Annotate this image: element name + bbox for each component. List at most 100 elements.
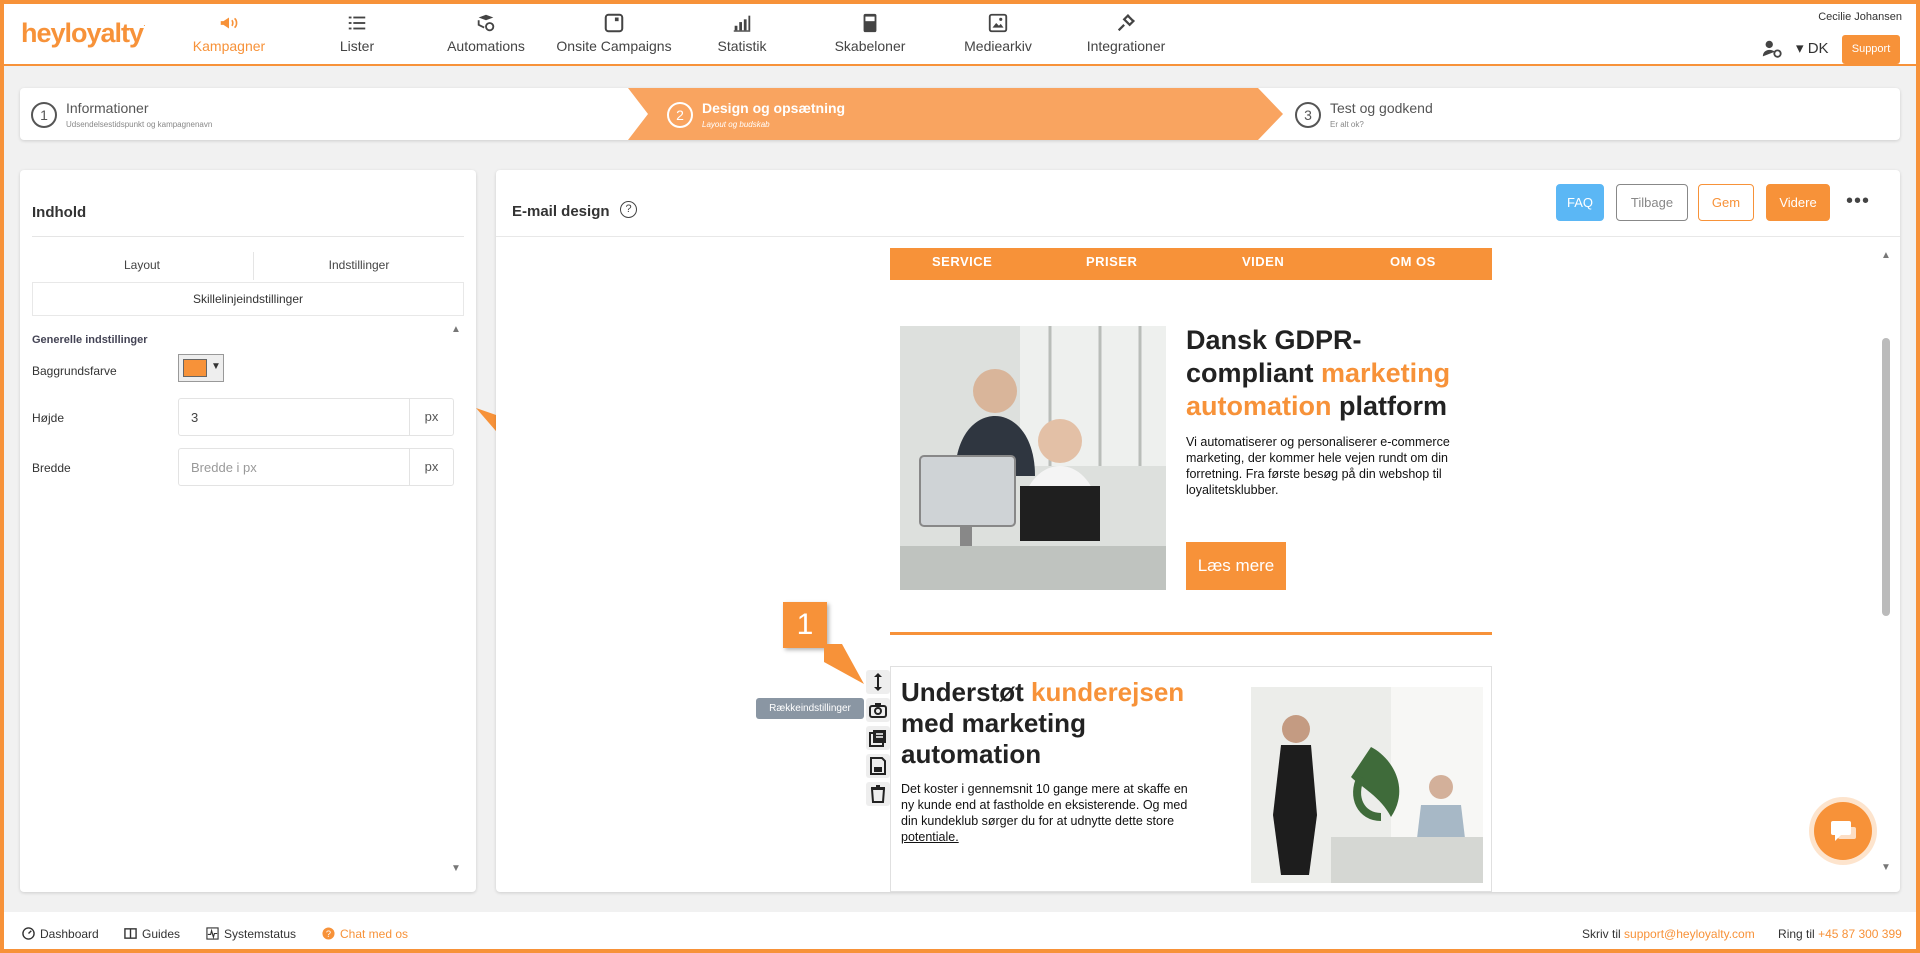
content-panel: Indhold Layout Indstillinger Skillelinje…	[20, 170, 476, 892]
top-navigation: heyloyalty. Kampagner Lister Automations…	[4, 4, 1916, 66]
step-number: 2	[667, 102, 693, 128]
chart-icon	[733, 15, 751, 32]
footer-dashboard-link[interactable]: Dashboard	[22, 927, 99, 941]
section-heading: Generelle indstillinger	[32, 334, 148, 346]
callout-badge-1: 1	[783, 602, 827, 648]
next-button[interactable]: Videre	[1766, 184, 1830, 221]
scroll-down-arrow[interactable]: ▼	[451, 863, 461, 874]
nav-mediearkiv[interactable]: Mediearkiv	[928, 12, 1068, 54]
row-photo[interactable]	[1251, 687, 1483, 883]
row-body-text: Det koster i gennemsnit 10 gange mere at…	[901, 782, 1188, 844]
chevron-down-icon: ▼	[211, 361, 221, 372]
email-nav-item[interactable]: OM OS	[1390, 254, 1436, 269]
campaign-stepper: 1 Informationer Udsendelsestidspunkt og …	[20, 88, 1900, 140]
step-title: Test og godkend	[1330, 100, 1433, 116]
tab-skillelinjeindstillinger[interactable]: Skillelinjeindstillinger	[32, 282, 464, 316]
onsite-icon	[604, 13, 624, 33]
panel-title: E-mail design	[512, 203, 610, 220]
content-row[interactable]: Understøt kunderejsen med marketing auto…	[890, 666, 1492, 892]
back-button[interactable]: Tilbage	[1616, 184, 1688, 221]
color-swatch	[183, 359, 207, 377]
scroll-down-arrow[interactable]: ▼	[1881, 862, 1891, 873]
save-button[interactable]: Gem	[1698, 184, 1754, 221]
user-settings-icon[interactable]	[1761, 38, 1783, 60]
svg-text:?: ?	[326, 929, 331, 939]
email-nav-bar[interactable]: SERVICE PRISER VIDEN OM OS	[890, 248, 1492, 280]
read-more-button[interactable]: Læs mere	[1186, 542, 1286, 590]
tab-indstillinger[interactable]: Indstillinger	[254, 252, 464, 278]
unit-label: px	[409, 449, 453, 485]
footer: Dashboard Guides Systemstatus ? Chat med …	[4, 912, 1916, 949]
panel-title: Indhold	[32, 204, 87, 221]
delete-row-icon[interactable]	[866, 782, 890, 806]
scroll-up-arrow[interactable]: ▲	[1881, 250, 1891, 261]
more-options-icon[interactable]: •••	[1846, 190, 1870, 213]
nav-automations[interactable]: Automations	[416, 12, 556, 54]
step-test[interactable]: 3 Test og godkend Er alt ok?	[1284, 88, 1884, 140]
hero-photo[interactable]	[900, 326, 1166, 590]
unit-label: px	[409, 399, 453, 435]
email-nav-item[interactable]: VIDEN	[1242, 254, 1284, 269]
step-design[interactable]: 2 Design og opsætning Layout og budskab	[656, 88, 1256, 140]
divider	[32, 236, 464, 237]
tab-layout[interactable]: Layout	[32, 252, 252, 278]
height-label: Højde	[32, 411, 65, 425]
scroll-thumb[interactable]	[1882, 338, 1890, 616]
scrollbar[interactable]: ▲ ▼	[1880, 250, 1892, 880]
hero-heading: Dansk GDPR-compliant marketing automatio…	[1186, 325, 1451, 421]
template-icon	[863, 13, 877, 33]
height-input[interactable]: 3	[191, 410, 198, 425]
language-select[interactable]: ▾ DK	[1796, 39, 1829, 57]
step-number: 3	[1295, 102, 1321, 128]
email-nav-item[interactable]: PRISER	[1086, 254, 1137, 269]
nav-skabeloner[interactable]: Skabeloner	[800, 12, 940, 54]
row-heading: Understøt kunderejsen med marketing auto…	[901, 677, 1185, 769]
faq-button[interactable]: FAQ	[1556, 184, 1604, 221]
support-phone-link[interactable]: +45 87 300 399	[1818, 927, 1902, 941]
user-name[interactable]: Cecilie Johansen	[1818, 11, 1902, 23]
footer-chat-link[interactable]: ? Chat med os	[322, 927, 408, 941]
width-input[interactable]: Bredde i px	[191, 460, 257, 475]
dashboard-icon	[22, 927, 35, 940]
hero-body-text: Vi automatiserer og personaliserer e-com…	[1186, 435, 1450, 497]
nav-integrationer[interactable]: Integrationer	[1056, 12, 1196, 54]
row-settings-icon[interactable]	[866, 698, 890, 722]
email-canvas[interactable]: SERVICE PRISER VIDEN OM OS Dansk GDPR-co…	[890, 248, 1492, 892]
width-field[interactable]: Bredde i px px	[178, 448, 454, 486]
footer-guides-link[interactable]: Guides	[124, 927, 180, 941]
book-icon	[124, 928, 137, 939]
nav-onsite-campaigns[interactable]: Onsite Campaigns	[544, 12, 684, 54]
height-field[interactable]: 3 px	[178, 398, 454, 436]
step-number: 1	[31, 102, 57, 128]
support-email-link[interactable]: support@heyloyalty.com	[1624, 927, 1755, 941]
nav-kampagner[interactable]: Kampagner	[159, 12, 299, 54]
bgcolor-label: Baggrundsfarve	[32, 364, 117, 378]
heyloyalty-logo[interactable]: heyloyalty.	[21, 18, 145, 49]
duplicate-row-icon[interactable]	[866, 726, 890, 750]
megaphone-icon	[220, 17, 238, 29]
move-row-icon[interactable]	[866, 670, 890, 694]
width-label: Bredde	[32, 461, 71, 475]
chat-icon	[1831, 821, 1856, 841]
email-nav-item[interactable]: SERVICE	[932, 254, 992, 269]
footer-status-link[interactable]: Systemstatus	[206, 927, 296, 941]
list-icon	[348, 16, 366, 30]
row-toolbar	[866, 670, 890, 810]
support-button[interactable]: Support	[1842, 35, 1900, 64]
potentiale-link[interactable]: potentiale.	[901, 830, 959, 844]
selected-divider-line[interactable]	[890, 632, 1492, 635]
divider	[496, 236, 1900, 237]
nav-statistik[interactable]: Statistik	[672, 12, 812, 54]
step-title: Design og opsætning	[702, 100, 846, 116]
step-title: Informationer	[66, 100, 149, 116]
app-window: heyloyalty. Kampagner Lister Automations…	[4, 4, 1916, 949]
chat-button[interactable]	[1814, 802, 1872, 860]
nav-lister[interactable]: Lister	[287, 12, 427, 54]
meeting-photo-illustration	[1251, 687, 1483, 883]
help-icon[interactable]: ?	[620, 201, 637, 218]
save-row-icon[interactable]	[866, 754, 890, 778]
bgcolor-picker[interactable]: ▼	[178, 354, 224, 382]
scroll-up-arrow[interactable]: ▲	[451, 324, 461, 335]
plug-icon	[1117, 13, 1136, 32]
step-informationer[interactable]: 1 Informationer Udsendelsestidspunkt og …	[20, 88, 628, 140]
